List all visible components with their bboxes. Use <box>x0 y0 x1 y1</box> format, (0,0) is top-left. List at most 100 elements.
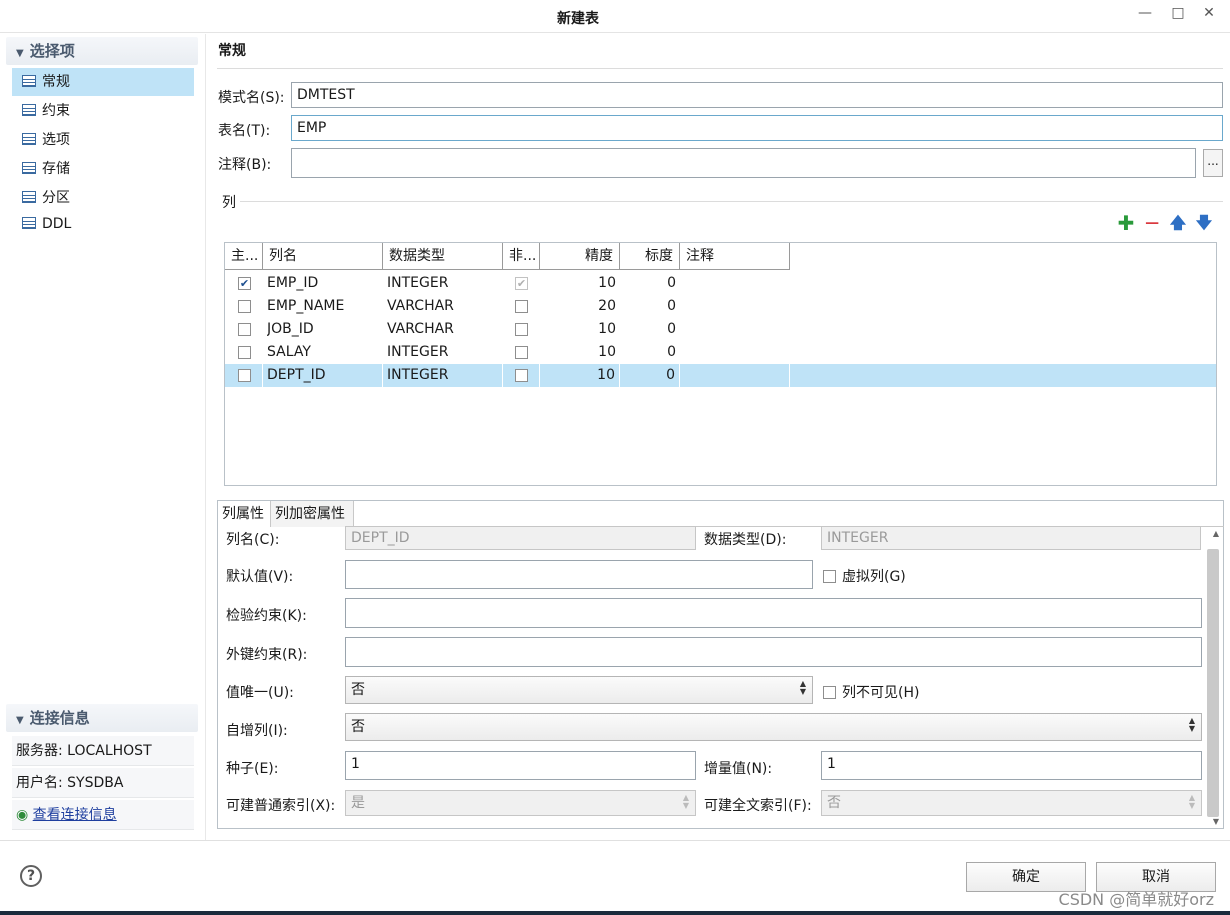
title-bar: 新建表 — □ ✕ <box>0 0 1230 33</box>
col-header-comment[interactable]: 注释 <box>680 243 790 270</box>
virtual-column-checkbox[interactable] <box>823 570 836 583</box>
collapse-triangle-icon: ▼ <box>16 48 24 59</box>
scroll-up-icon[interactable]: ▲ <box>1213 529 1219 538</box>
select-items-header[interactable]: ▼ 选择项 <box>6 37 198 65</box>
connection-info-header[interactable]: ▼ 连接信息 <box>6 704 198 732</box>
row-type: VARCHAR <box>387 298 454 314</box>
check-constraint-field[interactable] <box>345 598 1202 628</box>
increment-label: 增量值(N): <box>704 761 773 777</box>
spinner-arrows-icon: ▲ ▼ <box>682 793 689 810</box>
notnull-checkbox[interactable] <box>515 323 528 336</box>
pk-checkbox[interactable] <box>238 369 251 382</box>
pk-checkbox[interactable] <box>238 300 251 313</box>
tab-column-properties[interactable]: 列属性 <box>218 501 271 527</box>
notnull-checkbox[interactable]: ✔ <box>515 277 528 290</box>
normal-index-select[interactable]: 是 ▲ ▼ <box>345 790 696 816</box>
left-panel: ▼ 选择项 常规 约束 选项 存储 分区 DDL ▼ 连接信息 服务器: LOCAL… <box>0 34 206 840</box>
bottom-strip <box>0 911 1230 915</box>
divider <box>217 68 1223 69</box>
seed-label: 种子(E): <box>226 761 279 777</box>
row-name: EMP_ID <box>267 275 319 291</box>
pk-checkbox[interactable] <box>238 346 251 359</box>
footer-divider <box>0 840 1230 841</box>
table-row[interactable]: ✔ EMP_ID INTEGER ✔ 10 0 <box>225 272 1216 295</box>
invisible-column-checkbox[interactable] <box>823 686 836 699</box>
row-type: INTEGER <box>387 344 449 360</box>
data-type-label: 数据类型(D): <box>704 532 787 548</box>
move-down-icon[interactable]: 🡇 <box>1195 214 1213 232</box>
sidebar-item-label: 选项 <box>42 132 70 148</box>
sidebar-item-label: 常规 <box>42 74 70 90</box>
notnull-checkbox[interactable] <box>515 300 528 313</box>
row-name: EMP_NAME <box>267 298 345 314</box>
remove-icon[interactable]: ─ <box>1143 213 1161 233</box>
col-header-precision[interactable]: 精度 <box>540 243 620 270</box>
spinner-arrows-icon[interactable]: ▲ ▼ <box>800 680 806 696</box>
sidebar-item-general[interactable]: 常规 <box>12 68 194 96</box>
row-type: INTEGER <box>387 275 449 291</box>
fulltext-index-select[interactable]: 否 ▲ ▼ <box>821 790 1202 816</box>
increment-field[interactable]: 1 <box>821 751 1202 780</box>
columns-table: 主... 列名 数据类型 非... 精度 标度 注释 ✔ EMP_ID INTE… <box>224 242 1217 486</box>
comment-field[interactable] <box>291 148 1196 178</box>
column-name-field[interactable]: DEPT_ID <box>345 526 696 550</box>
col-header-pk[interactable]: 主... <box>225 243 263 270</box>
table-name-field[interactable]: EMP <box>291 115 1223 141</box>
window-title: 新建表 <box>557 11 599 27</box>
col-header-type[interactable]: 数据类型 <box>383 243 503 270</box>
view-connection-link[interactable]: 查看连接信息 <box>33 807 117 823</box>
comment-label: 注释(B): <box>218 157 272 173</box>
sidebar-item-storage[interactable]: 存储 <box>12 155 194 183</box>
comment-browse-button[interactable]: ... <box>1203 149 1223 177</box>
row-precision: 10 <box>598 321 616 337</box>
minimize-icon[interactable]: — <box>1134 4 1156 22</box>
tab-column-encryption[interactable]: 列加密属性 <box>271 501 354 527</box>
sidebar-item-partition[interactable]: 分区 <box>12 184 194 212</box>
close-icon[interactable]: ✕ <box>1198 4 1220 22</box>
help-icon[interactable]: ? <box>20 865 42 887</box>
move-up-icon[interactable]: 🡅 <box>1169 214 1187 232</box>
notnull-checkbox[interactable] <box>515 369 528 382</box>
unique-select[interactable]: 否 ▲ ▼ <box>345 676 813 704</box>
row-comment <box>680 364 790 387</box>
collapse-triangle-icon: ▼ <box>16 715 24 726</box>
invisible-column-label: 列不可见(H) <box>842 685 920 701</box>
row-precision: 10 <box>540 364 620 387</box>
col-header-notnull[interactable]: 非... <box>503 243 540 270</box>
sidebar-item-label: 分区 <box>42 190 70 206</box>
col-header-scale[interactable]: 标度 <box>620 243 680 270</box>
view-connection-row[interactable]: ◉ 查看连接信息 <box>12 800 194 830</box>
identity-select[interactable]: 否 ▲ ▼ <box>345 713 1202 741</box>
schema-field[interactable]: DMTEST <box>291 82 1223 108</box>
invisible-column-option[interactable]: 列不可见(H) <box>823 682 919 702</box>
sidebar-item-label: 约束 <box>42 103 70 119</box>
pk-checkbox[interactable]: ✔ <box>238 277 251 290</box>
table-row-selected[interactable]: DEPT_ID INTEGER 10 0 <box>225 364 1216 387</box>
seed-field[interactable]: 1 <box>345 751 696 780</box>
scroll-down-icon[interactable]: ▼ <box>1213 817 1219 826</box>
default-value-label: 默认值(V): <box>226 569 294 585</box>
virtual-column-label: 虚拟列(G) <box>842 569 906 585</box>
table-row[interactable]: EMP_NAME VARCHAR 20 0 <box>225 295 1216 318</box>
foreign-key-field[interactable] <box>345 637 1202 667</box>
virtual-column-option[interactable]: 虚拟列(G) <box>823 566 906 586</box>
table-row[interactable]: SALAY INTEGER 10 0 <box>225 341 1216 364</box>
pk-checkbox[interactable] <box>238 323 251 336</box>
sidebar-item-ddl[interactable]: DDL <box>12 210 194 238</box>
add-icon[interactable]: ✚ <box>1117 213 1135 233</box>
list-icon <box>22 75 36 87</box>
data-type-field[interactable]: INTEGER <box>821 526 1201 550</box>
default-value-field[interactable] <box>345 560 813 589</box>
notnull-checkbox[interactable] <box>515 346 528 359</box>
spinner-arrows-icon[interactable]: ▲ ▼ <box>1189 717 1195 733</box>
normal-index-value: 是 <box>351 795 365 811</box>
vertical-scrollbar[interactable] <box>1207 549 1219 817</box>
sidebar-item-options[interactable]: 选项 <box>12 126 194 154</box>
maximize-icon[interactable]: □ <box>1167 4 1189 22</box>
sidebar-item-constraints[interactable]: 约束 <box>12 97 194 125</box>
col-header-name[interactable]: 列名 <box>263 243 383 270</box>
table-row[interactable]: JOB_ID VARCHAR 10 0 <box>225 318 1216 341</box>
identity-select-value: 否 <box>351 719 365 735</box>
row-name: DEPT_ID <box>263 364 383 387</box>
sidebar-item-label: 存储 <box>42 161 70 177</box>
